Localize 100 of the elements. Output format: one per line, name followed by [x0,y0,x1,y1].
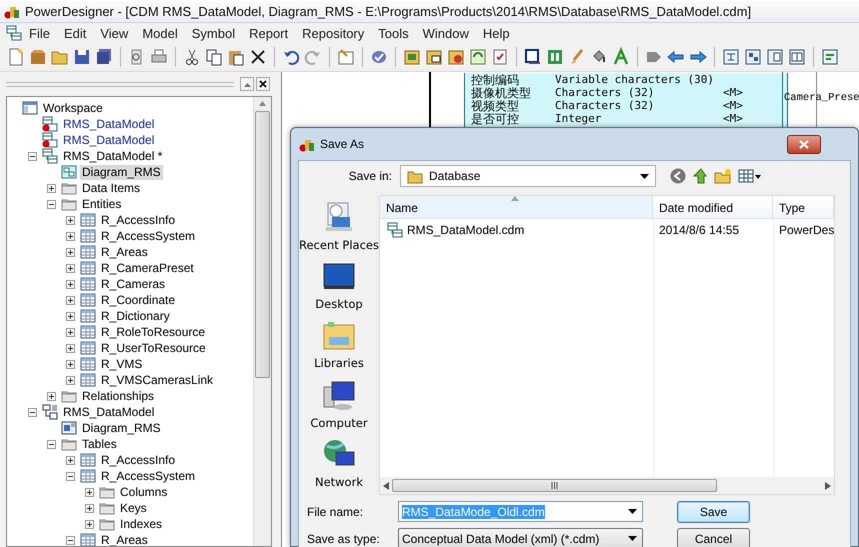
save-all-icon[interactable] [94,47,114,67]
tree-item[interactable]: R_Cameras [99,276,168,292]
dialog-button[interactable]: Save [677,500,750,522]
expand-icon[interactable] [66,456,74,464]
menu-item[interactable]: Symbol [184,24,242,42]
menu-item[interactable]: Window [416,24,476,42]
tree-item[interactable]: R_VMS [99,356,144,372]
expand-icon[interactable] [66,280,74,288]
collapse-icon[interactable] [66,472,74,480]
copy-icon[interactable] [204,47,224,67]
scrollbar-thumb[interactable] [255,111,270,378]
tree-item[interactable]: Diagram_RMS [80,164,163,180]
expand-icon[interactable] [66,264,74,272]
menu-item[interactable]: Edit [56,24,94,42]
collapse-icon[interactable] [66,536,74,544]
column-header[interactable]: Type [772,196,834,218]
model-icon[interactable] [6,25,22,41]
align-icon[interactable] [545,47,565,67]
expand-icon[interactable] [66,248,74,256]
expand-icon[interactable] [84,520,94,528]
place-item[interactable]: Libraries [314,319,364,377]
menu-item[interactable]: View [93,24,136,42]
menu-item[interactable]: File [22,24,57,42]
rectangle-icon[interactable] [523,47,543,67]
tree-item[interactable]: Workspace [41,100,105,116]
save-in-dropdown[interactable]: Database [400,165,656,187]
expand-icon[interactable] [66,232,74,240]
tree-item[interactable]: Keys [118,500,149,516]
expand-icon[interactable] [66,216,74,224]
menu-item[interactable]: Model [135,24,185,42]
dialog-button[interactable]: Cancel [677,528,750,547]
scroll-left-icon[interactable] [382,482,389,490]
tree-item[interactable]: R_Areas [99,244,150,260]
scroll-up-icon[interactable] [240,77,254,91]
up-folder-icon[interactable] [692,168,708,184]
expand-icon[interactable] [66,344,74,352]
save-type-dropdown[interactable]: Conceptual Data Model (xml) (*.cdm) [398,528,643,547]
column-header[interactable]: Name [380,196,653,218]
tree-item[interactable]: R_AccessSystem [99,468,198,484]
new-folder-icon[interactable] [714,168,732,184]
tree-item[interactable]: R_RoleToResource [99,324,208,340]
place-item[interactable]: Recent Places [299,201,379,258]
tree-item[interactable]: R_AccessInfo [99,212,178,228]
tree-item[interactable]: Data Items [80,180,142,196]
expand-icon[interactable] [66,376,74,384]
diagram-icon[interactable] [820,47,840,67]
expand-icon[interactable] [66,296,74,304]
place-item[interactable]: Network [314,438,363,496]
tree-item[interactable]: Indexes [118,516,164,532]
expand-icon[interactable] [46,184,56,192]
collapse-icon[interactable] [46,200,56,208]
expand-icon[interactable] [66,360,74,368]
layout-icon[interactable] [721,47,741,67]
package-icon[interactable] [28,47,48,67]
tree-item[interactable]: RMS_DataModel [61,404,156,420]
column-header[interactable]: Date modified [652,196,773,218]
tree-item[interactable]: R_VMSCamerasLink [99,372,216,388]
menu-item[interactable]: Tools [371,24,416,42]
expand-icon[interactable] [84,488,94,496]
tree-item[interactable]: R_CameraPreset [99,260,196,276]
text-color-icon[interactable] [611,47,631,67]
place-item[interactable]: Desktop [315,260,363,318]
scroll-right-icon[interactable] [825,482,832,490]
properties-icon[interactable] [336,47,356,67]
expand-icon[interactable] [66,328,74,336]
close-button[interactable] [787,134,821,154]
tree-item[interactable]: Relationships [80,388,156,404]
tree-item[interactable]: R_AccessInfo [99,452,178,468]
tree-item[interactable]: Tables [80,436,119,452]
expand-icon[interactable] [84,504,94,512]
tree-item[interactable]: RMS_DataModel [61,116,156,132]
tree-item[interactable]: RMS_DataModel [61,132,156,148]
dropdown-arrow-icon[interactable] [628,509,637,514]
layout-icon[interactable] [743,47,763,67]
tree-item[interactable]: Columns [118,484,170,500]
menu-item[interactable]: Help [476,24,517,42]
collapse-icon[interactable] [28,408,36,416]
tree-item[interactable]: Diagram_RMS [80,420,163,436]
back-icon[interactable] [670,168,686,184]
tree-item[interactable]: R_Dictionary [99,308,172,324]
tree-item[interactable]: Entities [80,196,124,212]
collapse-icon[interactable] [28,152,36,160]
refresh-icon[interactable] [468,47,488,67]
place-item[interactable]: Computer [310,378,368,436]
menu-item[interactable]: Report [242,24,296,42]
expand-icon[interactable] [66,312,74,320]
page-icon[interactable] [765,47,785,67]
tree-item[interactable]: R_Areas [99,532,150,546]
expand-icon[interactable] [46,392,56,400]
save-icon[interactable] [72,47,92,67]
tree-item[interactable]: R_Coordinate [99,292,178,308]
tree-item[interactable]: R_UserToResource [99,340,208,356]
page-icon[interactable] [787,47,807,67]
collapse-icon[interactable] [46,440,56,448]
close-icon[interactable] [256,77,270,91]
tree-item[interactable]: R_AccessSystem [99,228,198,244]
scrollbar-thumb[interactable] [392,479,717,492]
file-row[interactable]: RMS_DataModel.cdm 2014/8/6 14:55 PowerDes [380,219,834,241]
menu-item[interactable]: Repository [295,24,372,42]
view-menu-icon[interactable] [738,168,762,184]
